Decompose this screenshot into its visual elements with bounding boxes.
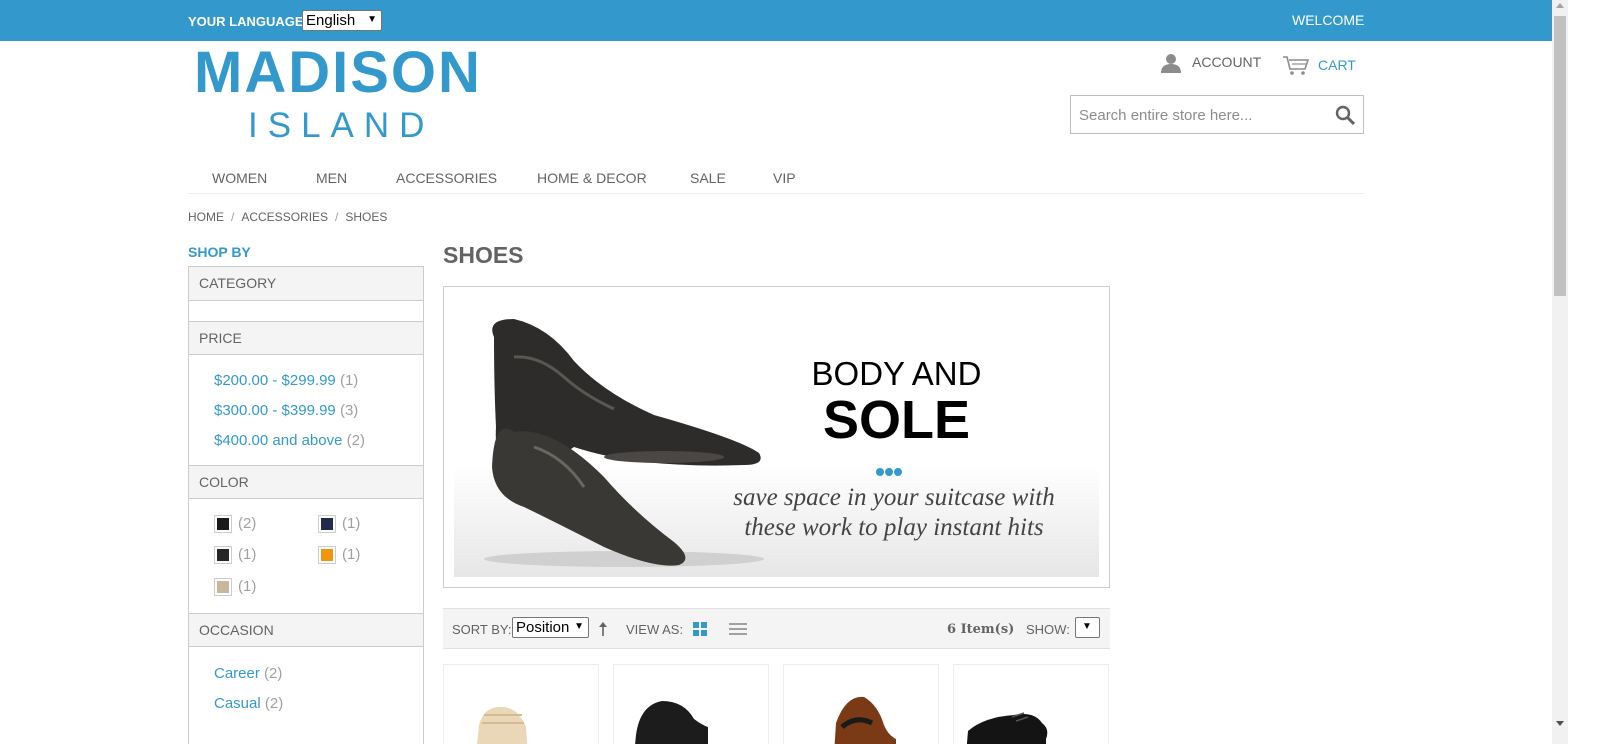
sort-select[interactable]: Position ▼ <box>512 617 589 638</box>
logo-line2: ISLAND <box>248 106 435 145</box>
grid-view-icon[interactable] <box>693 622 707 636</box>
swatch-fill <box>321 518 333 530</box>
nav-item-men[interactable]: MEN <box>316 170 347 186</box>
occasion-option-label: Casual <box>214 695 261 712</box>
price-option-label: $300.00 - $399.99 <box>214 402 336 419</box>
nav-item-women[interactable]: WOMEN <box>212 170 267 186</box>
filter-head-occasion[interactable]: OCCASION <box>189 613 423 647</box>
banner-tagline-line2: these work to play instant hits <box>744 514 1044 541</box>
filter-head-color[interactable]: COLOR <box>189 465 423 499</box>
show-label: SHOW: <box>1026 622 1070 637</box>
chevron-down-icon: ▼ <box>367 14 377 25</box>
color-option-count: (2) <box>238 515 257 532</box>
product-card[interactable] <box>443 664 599 744</box>
occasion-option[interactable]: Career (2) <box>214 665 282 682</box>
price-option[interactable]: $300.00 - $399.99 (3) <box>214 402 358 419</box>
account-label: ACCOUNT <box>1192 54 1262 70</box>
search-input[interactable]: Search entire store here... <box>1070 95 1364 134</box>
chevron-down-icon: ▼ <box>574 621 584 632</box>
shop-by-title: SHOP BY <box>188 244 251 260</box>
sort-value: Position <box>516 619 570 636</box>
breadcrumb-accessories[interactable]: ACCESSORIES <box>241 210 328 224</box>
language-label: YOUR LANGUAGE: <box>188 14 308 29</box>
banner-image: BODY AND SOLE save space in your suitcas… <box>454 297 1099 577</box>
cart-label: CART <box>1318 57 1356 73</box>
product-card[interactable] <box>783 664 939 744</box>
main-nav: WOMEN MEN ACCESSORIES HOME & DECOR SALE … <box>188 168 1364 194</box>
breadcrumb-separator: / <box>231 210 235 224</box>
price-option-count: (3) <box>339 402 359 419</box>
language-value: English <box>306 12 356 29</box>
color-swatch <box>318 546 336 564</box>
swatch-fill <box>217 581 229 593</box>
banner-tagline: save space in your suitcase with these w… <box>694 483 1094 543</box>
items-count: 6 Item(s) <box>947 622 1015 637</box>
product-image[interactable] <box>954 665 1109 744</box>
color-swatch <box>214 578 232 596</box>
swatch-fill <box>321 549 333 561</box>
product-image[interactable] <box>614 665 769 744</box>
language-select[interactable]: English ▼ <box>302 10 382 31</box>
banner-tagline-line1: save space in your suitcase with <box>733 484 1055 511</box>
user-icon <box>1161 54 1181 73</box>
page-title: SHOES <box>443 242 524 268</box>
price-option-count: (2) <box>346 432 365 449</box>
color-option-count: (1) <box>238 578 257 595</box>
occasion-option-count: (2) <box>264 695 284 712</box>
view-label: VIEW AS: <box>626 622 684 637</box>
nav-item-accessories[interactable]: ACCESSORIES <box>396 170 497 186</box>
chevron-down-icon: ▼ <box>1082 621 1092 632</box>
occasion-option[interactable]: Casual (2) <box>214 695 283 712</box>
breadcrumb: HOME / ACCESSORIES / SHOES <box>188 210 387 224</box>
list-view-icon[interactable] <box>729 621 747 637</box>
banner-heading-line1: BODY AND <box>811 355 982 392</box>
logo-line1: MADISON <box>194 40 482 105</box>
color-swatch <box>214 546 232 564</box>
color-swatch <box>214 515 232 533</box>
swatch-fill <box>217 518 229 530</box>
top-bar: YOUR LANGUAGE: English ▼ WELCOME <box>0 0 1552 41</box>
scroll-down-arrow-icon[interactable] <box>1556 721 1564 726</box>
product-card[interactable] <box>613 664 769 744</box>
scroll-thumb[interactable] <box>1554 16 1566 296</box>
product-image[interactable] <box>444 665 599 744</box>
nav-item-home-decor[interactable]: HOME & DECOR <box>537 170 647 186</box>
swatch-fill <box>217 549 229 561</box>
filter-head-category[interactable]: CATEGORY <box>189 267 423 301</box>
price-option-count: (1) <box>339 372 359 389</box>
price-option-label: $400.00 and above <box>214 432 343 449</box>
banner-heading-line2: SOLE <box>822 390 971 450</box>
occasion-option-label: Career <box>214 665 260 682</box>
color-option-count: (1) <box>342 515 361 532</box>
limit-select[interactable]: ▼ <box>1075 617 1100 638</box>
nav-item-sale[interactable]: SALE <box>690 170 726 186</box>
welcome-text: WELCOME <box>1292 12 1365 28</box>
color-option-count: (1) <box>238 546 257 563</box>
price-option[interactable]: $200.00 - $299.99 (1) <box>214 372 358 389</box>
sort-label: SORT BY: <box>452 622 512 637</box>
product-image[interactable] <box>784 665 939 744</box>
search-placeholder: Search entire store here... <box>1079 107 1253 124</box>
color-swatch <box>318 515 336 533</box>
sort-direction-icon[interactable] <box>597 621 609 637</box>
category-banner[interactable]: BODY AND SOLE save space in your suitcas… <box>443 286 1110 588</box>
page-scrollbar[interactable] <box>1552 0 1568 744</box>
product-toolbar: SORT BY: Position ▼ VIEW AS: 6 Item(s) S… <box>443 608 1110 649</box>
product-card[interactable] <box>953 664 1109 744</box>
scroll-up-arrow-icon[interactable] <box>1556 3 1564 8</box>
price-option-label: $200.00 - $299.99 <box>214 372 336 389</box>
breadcrumb-separator: / <box>335 210 339 224</box>
price-option[interactable]: $400.00 and above (2) <box>214 432 365 449</box>
breadcrumb-home[interactable]: HOME <box>188 210 224 224</box>
banner-dots-icon <box>876 463 903 481</box>
search-icon[interactable] <box>1335 105 1355 125</box>
occasion-option-count: (2) <box>264 665 283 682</box>
color-option-count: (1) <box>342 546 361 563</box>
nav-item-vip[interactable]: VIP <box>773 170 796 186</box>
layered-navigation: CATEGORY PRICE $200.00 - $299.99 (1) $30… <box>188 266 424 744</box>
cart-icon <box>1283 56 1310 75</box>
breadcrumb-current: SHOES <box>345 210 388 224</box>
filter-head-price[interactable]: PRICE <box>189 321 423 355</box>
